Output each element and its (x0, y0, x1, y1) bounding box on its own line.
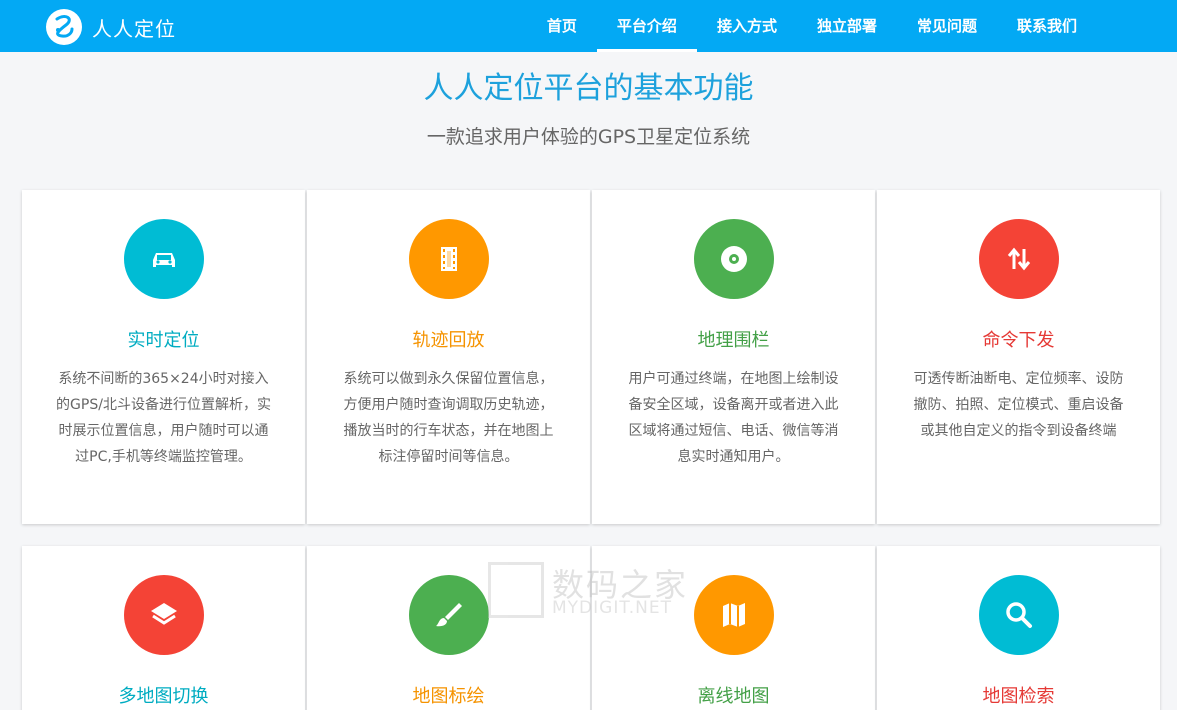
swap-vertical-icon (979, 219, 1059, 299)
watermark-logo-icon (488, 562, 544, 618)
brush-icon (409, 575, 489, 655)
feature-title: 地理围栏 (697, 330, 770, 351)
feature-card-track-playback: 轨迹回放 系统可以做到永久保留位置信息，方便用户随时查询调取历史轨迹，播放当时的… (307, 190, 590, 524)
nav-faq[interactable]: 常见问题 (897, 0, 997, 52)
feature-title: 地图检索 (982, 686, 1055, 707)
map-icon (694, 575, 774, 655)
feature-title: 地图标绘 (412, 686, 485, 707)
feature-card-geofence: 地理围栏 用户可通过终端，在地图上绘制设备安全区域，设备离开或者进入此区域将通过… (592, 190, 875, 524)
feature-card-multi-map: 多地图切换 (22, 546, 305, 710)
car-icon (124, 219, 204, 299)
feature-title: 多地图切换 (118, 686, 209, 707)
feature-desc: 系统可以做到永久保留位置信息，方便用户随时查询调取历史轨迹，播放当时的行车状态，… (343, 371, 554, 465)
feature-card-map-plotting: 地图标绘 (307, 546, 590, 710)
nav-platform-intro[interactable]: 平台介绍 (596, 0, 697, 52)
layers-icon (124, 575, 204, 655)
watermark-text-en: MYDIGIT.NET (552, 598, 672, 618)
logo-icon[interactable] (46, 9, 82, 45)
nav-independent-deploy[interactable]: 独立部署 (797, 0, 897, 52)
main-nav: 首页 平台介绍 接入方式 独立部署 常见问题 联系我们 (527, 0, 1097, 52)
brand-name[interactable]: 人人定位 (92, 13, 176, 42)
feature-title: 轨迹回放 (412, 330, 485, 351)
feature-card-map-search: 地图检索 (877, 546, 1160, 710)
top-navbar: 人人定位 首页 平台介绍 接入方式 独立部署 常见问题 联系我们 (0, 0, 1177, 52)
nav-contact[interactable]: 联系我们 (997, 0, 1097, 52)
nav-access-method[interactable]: 接入方式 (697, 0, 797, 52)
film-icon (409, 219, 489, 299)
page-subtitle: 一款追求用户体验的GPS卫星定位系统 (426, 126, 751, 148)
feature-desc: 可透传断油断电、定位频率、设防撤防、拍照、定位模式、重启设备或其他自定义的指令到… (913, 371, 1124, 439)
feature-card-realtime-location: 实时定位 系统不间断的365×24小时对接入的GPS/北斗设备进行位置解析，实时… (22, 190, 305, 524)
nav-home[interactable]: 首页 (527, 0, 597, 52)
feature-title: 实时定位 (127, 330, 200, 351)
feature-desc: 系统不间断的365×24小时对接入的GPS/北斗设备进行位置解析，实时展示位置信… (56, 371, 271, 465)
page-title: 人人定位平台的基本功能 (423, 71, 754, 106)
feature-desc: 用户可通过终端，在地图上绘制设备安全区域，设备离开或者进入此区域将通过短信、电话… (628, 371, 839, 465)
feature-title: 命令下发 (982, 330, 1055, 351)
feature-card-command: 命令下发 可透传断油断电、定位频率、设防撤防、拍照、定位模式、重启设备或其他自定… (877, 190, 1160, 524)
disc-icon (694, 219, 774, 299)
feature-title: 离线地图 (697, 686, 770, 707)
search-icon (979, 575, 1059, 655)
